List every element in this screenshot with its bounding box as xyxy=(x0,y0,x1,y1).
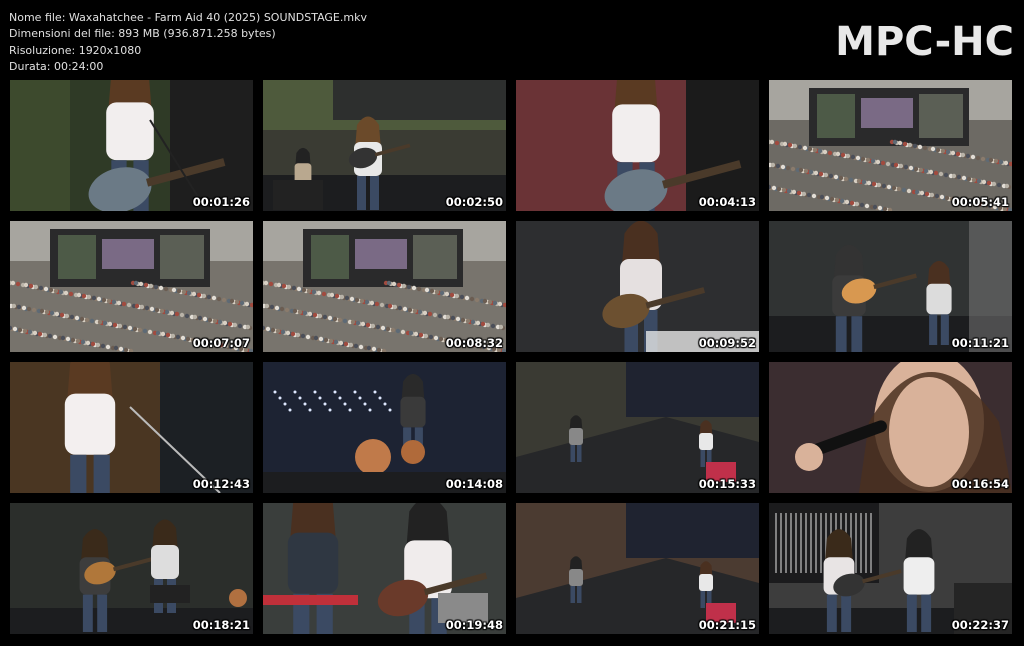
thumbnail-timestamp: 00:05:41 xyxy=(951,195,1009,209)
thumbnail-timestamp: 00:02:50 xyxy=(445,195,503,209)
thumbnail-frame-image xyxy=(263,503,506,634)
thumbnail-timestamp: 00:22:37 xyxy=(951,618,1009,632)
thumbnail: 00:07:07 xyxy=(10,221,253,352)
thumbnail: 00:21:15 xyxy=(516,503,759,634)
thumbnail-timestamp: 00:18:21 xyxy=(192,618,250,632)
thumbnail-frame-image xyxy=(10,362,253,493)
thumbnail-timestamp: 00:09:52 xyxy=(698,336,756,350)
thumbnail: 00:16:54 xyxy=(769,362,1012,493)
file-duration: Durata: 00:24:00 xyxy=(9,59,104,73)
thumbnail: 00:02:50 xyxy=(263,80,506,211)
thumbnail-timestamp: 00:14:08 xyxy=(445,477,503,491)
thumbnail-timestamp: 00:04:13 xyxy=(698,195,756,209)
file-name: Nome file: Waxahatchee - Farm Aid 40 (20… xyxy=(9,11,367,24)
thumbnail-frame-image xyxy=(10,221,253,352)
thumbnail-grid: 00:01:26 00:02:50 00:04:13 00:05:41 00:07:… xyxy=(10,80,1013,634)
thumbnail-frame-image xyxy=(263,221,506,352)
thumbnail-frame-image xyxy=(516,221,759,352)
file-size: Dimensioni del file: 893 MB (936.871.258… xyxy=(9,27,276,41)
thumbnail-timestamp: 00:11:21 xyxy=(951,336,1009,350)
thumbnail: 00:19:48 xyxy=(263,503,506,634)
thumbnail-frame-image xyxy=(10,503,253,634)
thumbnail: 00:09:52 xyxy=(516,221,759,352)
thumbnail-timestamp: 00:01:26 xyxy=(192,195,250,209)
thumbnail: 00:15:33 xyxy=(516,362,759,493)
file-resolution: Risoluzione: 1920x1080 xyxy=(9,43,142,57)
mpc-hc-logo: MPC-HC xyxy=(835,19,1014,65)
thumbnail-frame-image xyxy=(10,80,253,211)
thumbnail-timestamp: 00:12:43 xyxy=(192,477,250,491)
thumbnail-frame-image xyxy=(769,362,1012,493)
thumbnail: 00:14:08 xyxy=(263,362,506,493)
thumbnail: 00:11:21 xyxy=(769,221,1012,352)
thumbnail-frame-image xyxy=(516,503,759,634)
thumbnail: 00:04:13 xyxy=(516,80,759,211)
thumbnail-frame-image xyxy=(769,221,1012,352)
thumbnail-frame-image xyxy=(516,362,759,493)
thumbnail: 00:05:41 xyxy=(769,80,1012,211)
thumbnail-timestamp: 00:19:48 xyxy=(445,618,503,632)
thumbnail-timestamp: 00:07:07 xyxy=(192,336,250,350)
thumbnail-frame-image xyxy=(769,80,1012,211)
thumbnail-timestamp: 00:21:15 xyxy=(698,618,756,632)
thumbnail-timestamp: 00:16:54 xyxy=(951,477,1009,491)
thumbnail: 00:01:26 xyxy=(10,80,253,211)
thumbnail: 00:08:32 xyxy=(263,221,506,352)
thumbnail-timestamp: 00:15:33 xyxy=(698,477,756,491)
file-info-panel: Nome file: Waxahatchee - Farm Aid 40 (20… xyxy=(9,10,367,75)
thumbnail-frame-image xyxy=(263,362,506,493)
thumbnail: 00:18:21 xyxy=(10,503,253,634)
thumbnail: 00:22:37 xyxy=(769,503,1012,634)
thumbnail-timestamp: 00:08:32 xyxy=(445,336,503,350)
thumbnail-frame-image xyxy=(516,80,759,211)
thumbnail: 00:12:43 xyxy=(10,362,253,493)
thumbnail-frame-image xyxy=(769,503,1012,634)
thumbnail-frame-image xyxy=(263,80,506,211)
